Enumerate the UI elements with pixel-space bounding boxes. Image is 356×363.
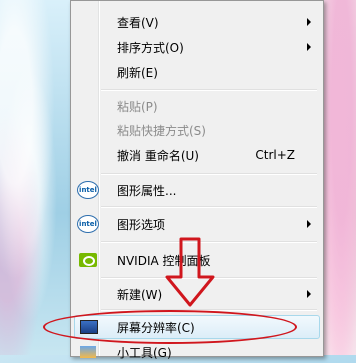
menu-item-gadgets[interactable]: 小工具(G) bbox=[73, 341, 319, 363]
gadgets-icon bbox=[80, 346, 96, 358]
menu-item-label: 粘贴快捷方式(S) bbox=[117, 123, 206, 138]
menu-item-label: 粘贴(P) bbox=[117, 99, 158, 114]
submenu-arrow-icon bbox=[307, 290, 311, 298]
menu-item-view[interactable]: 查看(V) bbox=[73, 11, 319, 33]
menu-item-paste-shortcut: 粘贴快捷方式(S) bbox=[73, 119, 319, 141]
submenu-arrow-icon bbox=[307, 43, 311, 51]
menu-item-label: 刷新(E) bbox=[117, 65, 158, 80]
menu-item-graphics-properties[interactable]: intel 图形属性... bbox=[73, 179, 319, 201]
annotation-down-arrow-icon bbox=[163, 237, 217, 313]
menu-item-undo-rename[interactable]: 撤消 重命名(U) Ctrl+Z bbox=[73, 144, 319, 166]
menu-item-label: 新建(W) bbox=[117, 287, 163, 302]
menu-separator bbox=[101, 173, 317, 175]
intel-icon: intel bbox=[77, 215, 99, 233]
menu-separator bbox=[101, 89, 317, 91]
menu-item-refresh[interactable]: 刷新(E) bbox=[73, 61, 319, 83]
submenu-arrow-icon bbox=[307, 18, 311, 26]
menu-item-shortcut: Ctrl+Z bbox=[255, 148, 295, 162]
menu-item-sort-by[interactable]: 排序方式(O) bbox=[73, 36, 319, 58]
menu-item-label: 图形选项 bbox=[117, 217, 166, 232]
desktop-wallpaper-right bbox=[320, 0, 356, 355]
nvidia-icon bbox=[79, 253, 97, 267]
submenu-arrow-icon bbox=[307, 220, 311, 228]
intel-icon: intel bbox=[77, 181, 99, 199]
annotation-highlight-ellipse bbox=[43, 310, 297, 344]
menu-item-paste: 粘贴(P) bbox=[73, 95, 319, 117]
menu-item-label: 小工具(G) bbox=[117, 345, 172, 360]
menu-item-label: 排序方式(O) bbox=[117, 40, 184, 55]
menu-item-label: 查看(V) bbox=[117, 15, 159, 30]
menu-separator bbox=[101, 206, 317, 208]
menu-item-label: 撤消 重命名(U) bbox=[117, 148, 199, 163]
menu-item-label: 图形属性... bbox=[117, 183, 177, 198]
menu-item-graphics-options[interactable]: intel 图形选项 bbox=[73, 213, 319, 235]
desktop-wallpaper-left bbox=[0, 0, 72, 355]
